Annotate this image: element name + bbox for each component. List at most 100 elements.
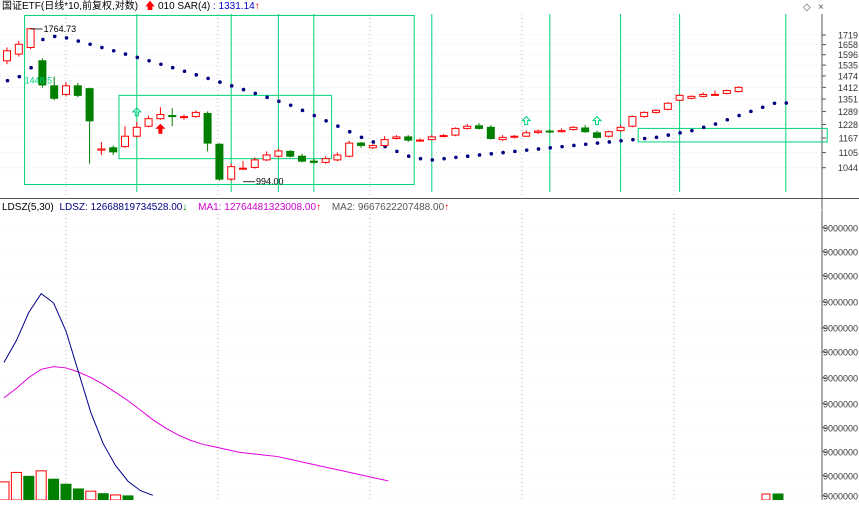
ldsz-bar-6: [72, 488, 84, 501]
candle-body: [345, 142, 354, 157]
ldsz-down-arrow-icon: ↓: [182, 202, 188, 213]
candle-body: [227, 166, 236, 180]
ma2-value: MA2: 9667622207488.00: [331, 202, 445, 213]
sar-dot: [159, 62, 163, 67]
candle-0: [3, 47, 11, 65]
price-axis-label: 1535: [838, 61, 858, 71]
candle-body: [26, 28, 35, 48]
candle-body: [569, 126, 578, 131]
buy-signal-arrow-icon: [520, 115, 532, 126]
sar-dot: [524, 148, 529, 152]
sar-dot: [418, 156, 423, 161]
sar-dot: [784, 101, 789, 105]
candle-body: [73, 85, 82, 96]
ldsz-indicator-name[interactable]: LDSZ(5,30): [2, 202, 54, 213]
candle-body: [3, 50, 11, 62]
price-axis-label: 1044: [838, 163, 858, 173]
candle-body: [368, 144, 377, 149]
signal-box-1: [118, 94, 333, 160]
sar-dot: [336, 124, 340, 129]
security-title[interactable]: 国证ETF: [2, 1, 41, 12]
sar-dot: [501, 150, 505, 155]
lower-axis-label: 9000000: [823, 324, 858, 334]
candle-body: [640, 111, 649, 118]
sar-dot: [583, 142, 588, 147]
candle-61: [722, 89, 731, 95]
sar-dot: [312, 113, 317, 118]
sar-dot: [88, 42, 92, 47]
candle-body: [522, 132, 531, 137]
candle-body: [50, 85, 59, 99]
candle-41: [486, 125, 495, 140]
main-chart-header: 国证ETF(日线*10,前复权,对数) 🡅 010 SAR(4) : 1331.…: [2, 1, 260, 13]
sar-dot: [701, 125, 706, 130]
sar-dot: [560, 144, 564, 149]
sar-dot: [359, 135, 364, 140]
candle-31: [368, 144, 377, 149]
sar-dot: [241, 87, 246, 92]
candle-47: [557, 128, 566, 133]
sar-dot: [654, 135, 659, 140]
chart-params: (日线*10,前复权,对数): [40, 1, 139, 12]
candle-body: [239, 167, 247, 170]
close-control-icon[interactable]: ×: [818, 2, 824, 13]
sar-dot: [772, 101, 777, 106]
indicator-up-arrow-icon: 🡅: [144, 1, 156, 12]
candle-45: [534, 129, 542, 134]
candle-body: [498, 136, 507, 141]
candle-body: [557, 130, 566, 133]
annotation-label: 1764.73: [44, 24, 77, 34]
candle-body: [722, 90, 731, 94]
candle-17: [203, 111, 212, 152]
candle-37: [439, 133, 448, 138]
sar-dot: [288, 103, 293, 108]
candle-body: [250, 159, 259, 168]
candle-15: [180, 114, 188, 120]
sar-dot: [619, 138, 623, 143]
sar-dot: [111, 48, 116, 53]
lower-chart-header: LDSZ(5,30) LDSZ: 12668819734528.00↓ MA1:…: [2, 202, 449, 214]
candle-30: [357, 141, 365, 148]
candle-35: [416, 138, 424, 142]
candle-50: [593, 130, 601, 139]
candle-11: [132, 121, 141, 138]
sar-dot: [725, 117, 730, 122]
candle-10: [121, 126, 129, 148]
sar-dot: [442, 156, 446, 161]
candle-55: [652, 109, 660, 114]
sar-dot: [100, 45, 104, 50]
candle-body: [180, 116, 188, 119]
up-signal-arrow-icon: [155, 123, 166, 134]
candle-body: [593, 132, 601, 138]
restore-control-icon[interactable]: ◇: [803, 2, 811, 13]
candle-body: [416, 139, 424, 142]
candle-62: [734, 86, 743, 93]
sar-dot: [666, 133, 671, 137]
candle-27: [321, 156, 330, 164]
ldsz-bar-10: [122, 495, 134, 501]
sar-dot: [489, 151, 494, 156]
candle-body: [663, 102, 672, 110]
candle-body: [463, 125, 472, 129]
chart-window: 1044 1105 1167 1228 1289 1351 1412 1474 1535 1596…: [0, 0, 859, 502]
candle-28: [333, 152, 342, 162]
candle-16: [191, 110, 200, 118]
sar-dot: [595, 141, 600, 145]
candle-5: [62, 82, 70, 97]
candle-18: [215, 143, 224, 181]
sar-dot: [737, 113, 741, 118]
price-axis-label: 1351: [838, 95, 858, 105]
candle-44: [522, 130, 531, 137]
candle-body: [144, 118, 153, 127]
indicator-name[interactable]: 010 SAR(4): [158, 1, 210, 12]
candle-body: [581, 127, 590, 133]
ldsz-bar-5: [60, 483, 72, 501]
ldsz-bar-7: [85, 490, 97, 501]
candle-body: [427, 136, 436, 141]
ldsz-bar-right-1: [761, 493, 771, 501]
ldsz-line: [3, 292, 153, 496]
candle-body: [203, 112, 212, 144]
candle-body: [109, 147, 118, 153]
candle-body: [392, 136, 401, 139]
price-axis-label: 1658: [838, 40, 858, 50]
